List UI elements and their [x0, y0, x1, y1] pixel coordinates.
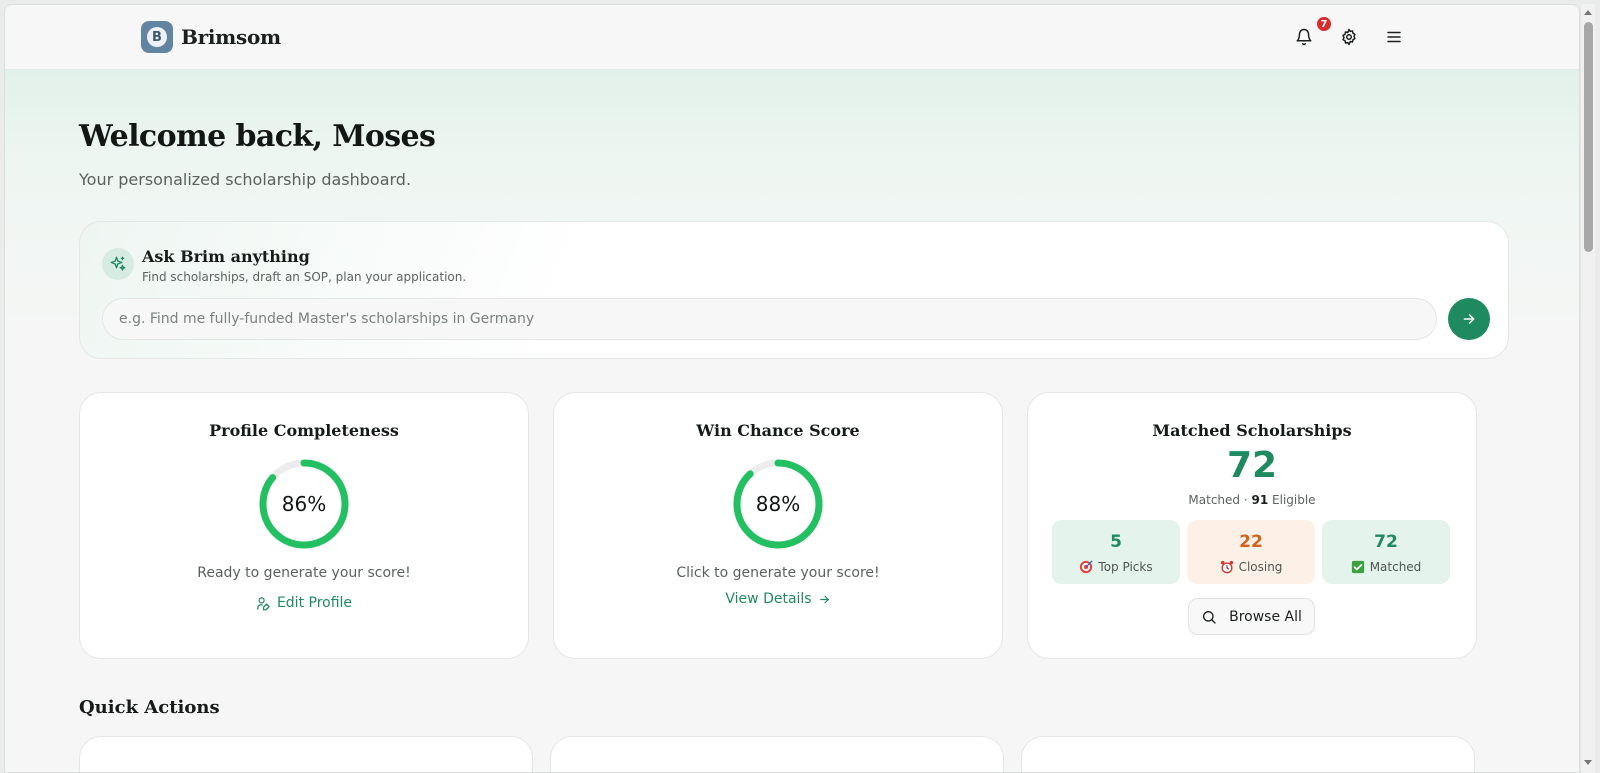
top-header: B Brimsom 7	[5, 5, 1579, 70]
target-icon	[1080, 560, 1093, 574]
top-picks-stat[interactable]: 5 Top Picks	[1052, 520, 1180, 584]
view-details-label: View Details	[725, 591, 812, 607]
closing-stat[interactable]: 22 Closing	[1187, 520, 1315, 584]
send-button[interactable]	[1448, 298, 1490, 340]
menu-icon[interactable]	[1382, 25, 1406, 49]
view-details-link[interactable]: View Details	[554, 591, 1002, 607]
quick-action-card[interactable]	[79, 736, 533, 772]
stat-value: 22	[1239, 532, 1263, 552]
brand-logo[interactable]: B	[141, 21, 173, 53]
matched-eligible-summary: Matched · 91 Eligible	[1028, 493, 1476, 507]
welcome-subtitle: Your personalized scholarship dashboard.	[79, 170, 412, 189]
scroll-thumb[interactable]	[1584, 22, 1593, 252]
card-note: Ready to generate your score!	[197, 565, 411, 581]
logo-letter: B	[147, 27, 167, 47]
dashboard-page: B Brimsom 7 Welcome back, Moses Your per…	[5, 5, 1579, 772]
stat-label: Top Picks	[1098, 560, 1153, 574]
ask-brim-input[interactable]	[102, 298, 1437, 340]
eligible-word: Eligible	[1272, 493, 1316, 507]
quick-action-card[interactable]	[1021, 736, 1475, 772]
brand-name[interactable]: Brimsom	[181, 25, 281, 49]
arrow-right-icon	[819, 595, 829, 603]
percent-label: 88%	[755, 492, 801, 516]
ask-brim-card: Ask Brim anything Find scholarships, dra…	[79, 221, 1509, 359]
edit-profile-link[interactable]: Edit Profile	[80, 595, 528, 611]
stat-label: Closing	[1238, 560, 1283, 574]
page-scrollbar[interactable]	[1580, 4, 1595, 773]
scroll-up-arrow[interactable]	[1584, 10, 1592, 15]
card-title: Win Chance Score	[696, 421, 860, 440]
notification-count-badge: 7	[1315, 15, 1333, 33]
matched-stat[interactable]: 72 Matched	[1322, 520, 1450, 584]
alarm-clock-icon	[1220, 560, 1233, 574]
gear-icon[interactable]	[1337, 25, 1361, 49]
quick-action-card[interactable]	[550, 736, 1004, 772]
browser-frame: B Brimsom 7 Welcome back, Moses Your per…	[4, 4, 1580, 773]
ask-subtitle: Find scholarships, draft an SOP, plan yo…	[142, 270, 467, 284]
eligible-count: 91	[1251, 493, 1269, 507]
welcome-heading: Welcome back, Moses	[79, 119, 436, 154]
stat-value: 5	[1110, 532, 1122, 552]
sparkles-icon	[102, 248, 134, 280]
progress-ring: 86%	[258, 458, 350, 550]
progress-ring[interactable]: 88%	[732, 458, 824, 550]
card-title: Matched Scholarships	[1152, 421, 1352, 440]
arrow-right-icon	[1463, 314, 1475, 324]
user-edit-icon	[257, 596, 270, 610]
card-note: Click to generate your score!	[676, 565, 880, 581]
quick-actions-heading: Quick Actions	[79, 697, 220, 718]
ask-title: Ask Brim anything	[142, 247, 310, 266]
win-chance-card: Win Chance Score 88% Click to generate y…	[553, 392, 1003, 659]
bell-icon[interactable]	[1292, 25, 1316, 49]
matched-word: Matched ·	[1188, 493, 1248, 507]
matched-scholarships-card: Matched Scholarships 72 Matched · 91 Eli…	[1027, 392, 1477, 659]
percent-label: 86%	[281, 492, 327, 516]
profile-completeness-card: Profile Completeness 86% Ready to genera…	[79, 392, 529, 659]
edit-profile-label: Edit Profile	[276, 595, 353, 611]
card-title: Profile Completeness	[209, 421, 399, 440]
browse-all-label: Browse All	[1229, 608, 1302, 625]
browse-all-button[interactable]: Browse All	[1188, 598, 1315, 635]
stat-value: 72	[1374, 532, 1398, 552]
stat-label: Matched	[1369, 560, 1422, 574]
matched-count: 72	[1226, 445, 1278, 486]
scroll-down-arrow[interactable]	[1584, 760, 1592, 765]
check-box-icon	[1351, 560, 1364, 574]
search-icon	[1203, 610, 1216, 624]
